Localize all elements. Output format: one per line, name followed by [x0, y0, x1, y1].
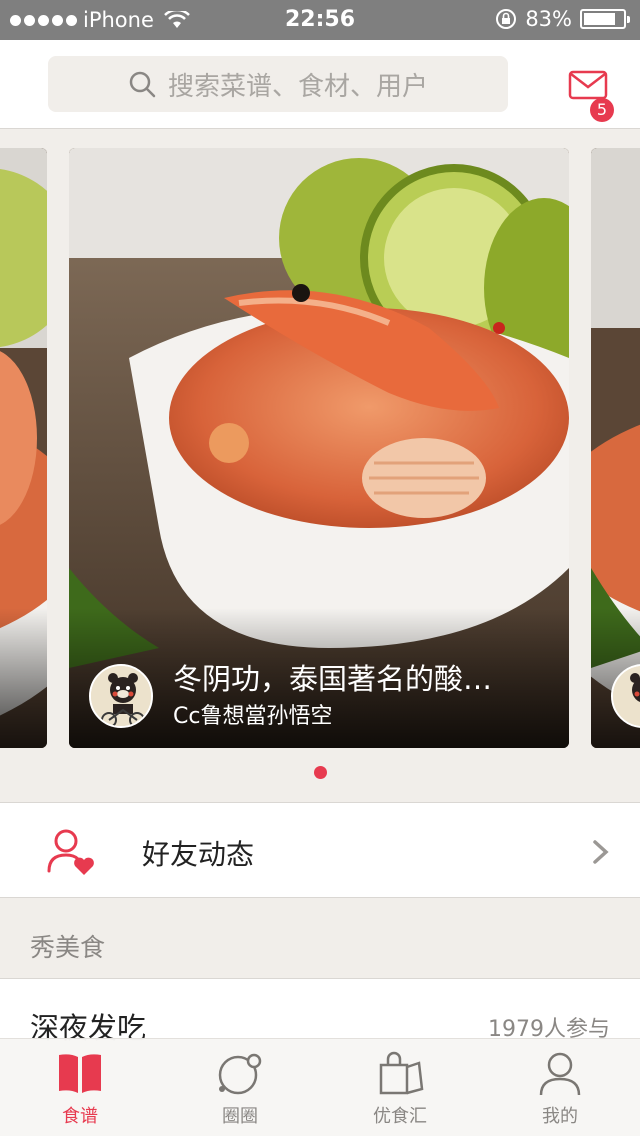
- header: 搜索菜谱、食材、用户 5: [0, 40, 640, 129]
- tab-bar: 食谱 圈圈 优食汇 我的: [0, 1038, 640, 1136]
- tab-label: 优食汇: [373, 1106, 427, 1127]
- recipe-title: 冬阴功，泰国著名的酸…: [173, 662, 493, 696]
- user-icon: [539, 1052, 581, 1096]
- search-icon: [129, 71, 156, 98]
- author-name: Cc鲁想當孙悟空: [173, 704, 333, 729]
- tab-recipes[interactable]: 食谱: [0, 1039, 160, 1136]
- chevron-right-icon: [593, 840, 609, 864]
- page-indicator-dot: [314, 766, 327, 779]
- friend-activity-label: 好友动态: [142, 838, 255, 871]
- message-count-badge: 5: [590, 98, 614, 122]
- shopping-bag-icon: [379, 1051, 424, 1095]
- carousel-card-featured[interactable]: 冬阴功，泰国著名的酸… Cc鲁想當孙悟空: [69, 148, 569, 748]
- carousel-card-next[interactable]: [591, 148, 640, 748]
- friend-heart-icon: [47, 829, 94, 875]
- carousel-card-previous[interactable]: [0, 148, 47, 748]
- status-bar: iPhone 22:56 83%: [0, 0, 640, 40]
- book-icon: [59, 1054, 101, 1093]
- author-avatar[interactable]: [89, 664, 153, 728]
- tab-label: 食谱: [62, 1106, 98, 1127]
- mail-icon[interactable]: [568, 68, 608, 100]
- battery-percent: 83%: [525, 7, 572, 31]
- tab-circles[interactable]: 圈圈: [160, 1039, 320, 1136]
- featured-carousel[interactable]: 冬阴功，泰国著名的酸… Cc鲁想當孙悟空: [0, 130, 640, 802]
- search-bar[interactable]: 搜索菜谱、食材、用户: [48, 56, 508, 112]
- tab-me[interactable]: 我的: [480, 1039, 640, 1136]
- rotation-lock-icon: [496, 9, 517, 29]
- planet-icon: [218, 1053, 262, 1095]
- section-title: 秀美食: [30, 933, 106, 962]
- friend-activity-row[interactable]: 好友动态: [0, 802, 640, 898]
- battery-icon: [580, 9, 630, 29]
- tab-shop[interactable]: 优食汇: [320, 1039, 480, 1136]
- tab-label: 圈圈: [222, 1106, 258, 1127]
- search-placeholder: 搜索菜谱、食材、用户: [167, 71, 428, 102]
- tab-label: 我的: [542, 1106, 578, 1127]
